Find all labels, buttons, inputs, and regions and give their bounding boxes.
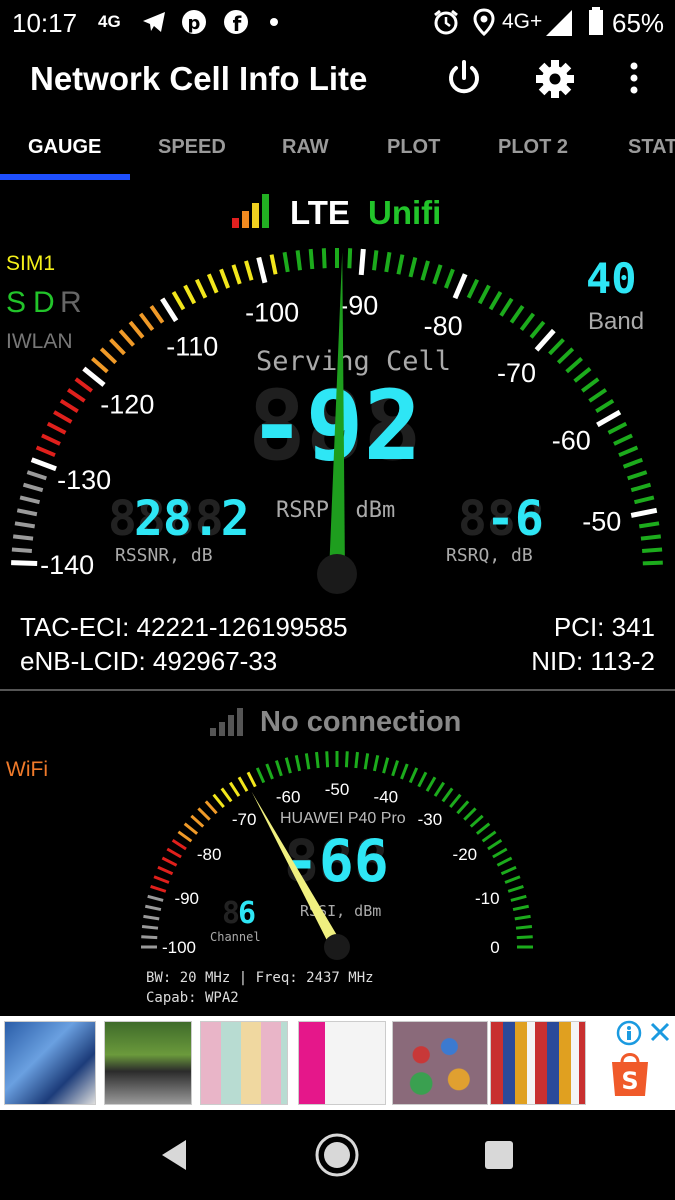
svg-text:f: f: [233, 12, 242, 36]
battery-icon: [589, 7, 603, 35]
ad-image-fabrics[interactable]: [200, 1021, 288, 1105]
svg-text:p: p: [188, 13, 201, 34]
needle-hub: [317, 554, 357, 594]
signal-bars-icon: [232, 194, 269, 228]
telegram-icon: [143, 12, 165, 32]
section-divider: [0, 689, 675, 691]
power-icon[interactable]: [444, 58, 484, 98]
pinterest-icon: p: [182, 10, 206, 34]
recents-icon[interactable]: [484, 1140, 514, 1170]
cell-gauge-needle: [329, 252, 345, 575]
network-type: 4G+: [502, 10, 543, 33]
close-icon[interactable]: [648, 1020, 672, 1044]
clock: 10:17: [12, 8, 78, 38]
wifi-needle-hub: [324, 934, 350, 960]
alarm-icon: [434, 9, 458, 35]
nid: NID: 113-2: [531, 646, 655, 676]
dot-icon: [270, 18, 278, 26]
battery-percent: 65%: [612, 8, 665, 38]
tac-eci: TAC-ECI: 42221-126199585: [20, 612, 348, 642]
ad-image-dresses[interactable]: [490, 1021, 586, 1105]
ad-image-sweater[interactable]: [298, 1021, 386, 1105]
ad-banner[interactable]: S: [0, 1016, 675, 1110]
wifi-signal-bars-icon: [210, 708, 243, 736]
tab-gauge[interactable]: GAUGE: [28, 136, 101, 159]
wifi-gauge-needle-layer: [251, 791, 350, 960]
pci: PCI: 341: [553, 612, 655, 642]
signal-icon: [546, 10, 572, 36]
operator-name: Unifi: [368, 194, 442, 231]
cell-technology: LTE: [290, 194, 350, 231]
wifi-status: No connection: [260, 706, 462, 738]
network-type-small: 4G: [98, 12, 121, 31]
wifi-bw-freq: BW: 20 MHz | Freq: 2437 MHz: [146, 970, 374, 986]
svg-text:S: S: [621, 1067, 638, 1095]
ad-image-man-shirt[interactable]: [104, 1021, 192, 1105]
location-icon: [473, 8, 495, 36]
tab-plot[interactable]: PLOT: [387, 136, 440, 159]
tab-indicator: [0, 174, 130, 180]
navigation-bar: [0, 1110, 675, 1200]
home-icon[interactable]: [314, 1132, 360, 1178]
cell-gauge-needle-layer: [317, 252, 357, 594]
ad-image-scrunchies[interactable]: [392, 1021, 488, 1105]
app-title: Network Cell Info Lite: [30, 60, 368, 97]
tab-stat[interactable]: STAT: [628, 136, 675, 159]
tab-speed[interactable]: SPEED: [158, 136, 226, 159]
shopee-icon[interactable]: S: [608, 1048, 652, 1098]
tab-plot-2[interactable]: PLOT 2: [498, 136, 568, 159]
wifi-capab: Capab: WPA2: [146, 990, 239, 1006]
info-icon[interactable]: [616, 1020, 642, 1046]
app-bar: Network Cell Info Lite: [0, 46, 675, 116]
tab-bar: GAUGE SPEED RAW PLOT PLOT 2 STAT: [0, 116, 675, 180]
tab-raw[interactable]: RAW: [282, 136, 329, 159]
back-icon[interactable]: [158, 1138, 190, 1172]
more-vert-icon[interactable]: [620, 58, 648, 98]
facebook-icon: f: [224, 10, 248, 36]
ad-image-shirts[interactable]: [4, 1021, 96, 1105]
status-bar: 10:17 4G p f 4G+ 65%: [0, 0, 675, 46]
enb-lcid: eNB-LCID: 492967-33: [20, 646, 278, 676]
wifi-gauge-needle: [251, 791, 343, 950]
gear-icon[interactable]: [534, 58, 576, 100]
